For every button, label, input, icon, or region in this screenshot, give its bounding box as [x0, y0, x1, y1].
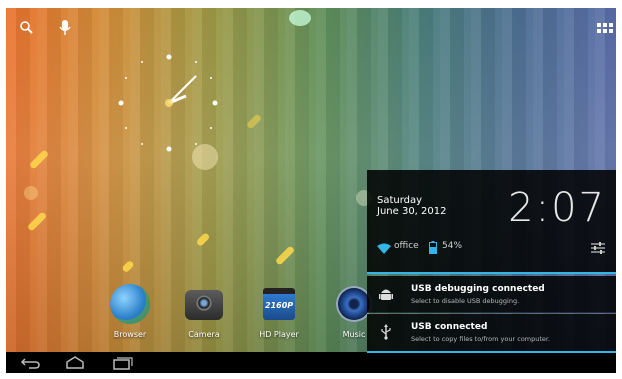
- music-icon: [338, 288, 370, 320]
- app-label: Browser: [113, 330, 147, 339]
- microphone-icon: [59, 20, 71, 35]
- battery-percentage: 54%: [442, 241, 463, 251]
- home-button[interactable]: [64, 355, 86, 370]
- navigation-bar: [6, 352, 616, 373]
- android-screen: Browser Camera 2160P HD Player Music Sat…: [6, 8, 616, 373]
- qs-day: Saturday: [377, 195, 423, 206]
- wifi-icon: [377, 240, 391, 254]
- globe-icon: [110, 284, 150, 324]
- notification-usb-debugging[interactable]: USB debugging connected Select to disabl…: [367, 276, 616, 313]
- wallpaper-bokeh: [289, 10, 311, 26]
- voice-search-button[interactable]: [54, 18, 76, 38]
- notification-usb-connected[interactable]: USB connected Select to copy files to/fr…: [367, 314, 616, 353]
- search-icon: [20, 21, 33, 34]
- app-label: Camera: [188, 330, 220, 339]
- analog-clock-widget[interactable]: [114, 52, 224, 162]
- app-camera[interactable]: Camera: [172, 284, 236, 339]
- all-apps-button[interactable]: [596, 18, 614, 38]
- qs-date: June 30, 2012: [377, 206, 447, 217]
- notification-text: Select to disable USB debugging.: [411, 297, 520, 305]
- back-button[interactable]: [20, 355, 42, 370]
- settings-sliders-icon: [591, 242, 605, 254]
- quick-settings-panel[interactable]: Saturday June 30, 2012 2:07 office 54%: [367, 170, 616, 274]
- home-icon: [66, 356, 84, 369]
- back-icon: [20, 358, 40, 369]
- notification-title: USB debugging connected: [411, 284, 545, 294]
- settings-button[interactable]: [590, 240, 606, 254]
- app-grid-icon: [597, 23, 613, 33]
- camera-icon: [185, 290, 223, 320]
- clock-face: [118, 54, 218, 152]
- recent-apps-button[interactable]: [112, 355, 134, 370]
- app-browser[interactable]: Browser: [98, 284, 162, 339]
- app-label: HD Player: [259, 330, 299, 339]
- usb-icon: [379, 324, 393, 340]
- search-button[interactable]: [16, 18, 38, 38]
- wallpaper-bokeh: [24, 186, 38, 200]
- qs-clock: 2:07: [508, 185, 606, 231]
- clapperboard-icon: 2160P: [263, 288, 295, 320]
- battery-icon: [429, 239, 437, 254]
- hd-player-badge: 2160P: [265, 301, 294, 310]
- android-debug-icon: [379, 286, 393, 302]
- notification-text: Select to copy files to/from your comput…: [411, 335, 551, 343]
- notification-title: USB connected: [411, 322, 488, 332]
- recent-apps-icon: [113, 357, 133, 370]
- app-hd-player[interactable]: 2160P HD Player: [247, 284, 311, 339]
- wifi-network-label: office: [394, 241, 419, 251]
